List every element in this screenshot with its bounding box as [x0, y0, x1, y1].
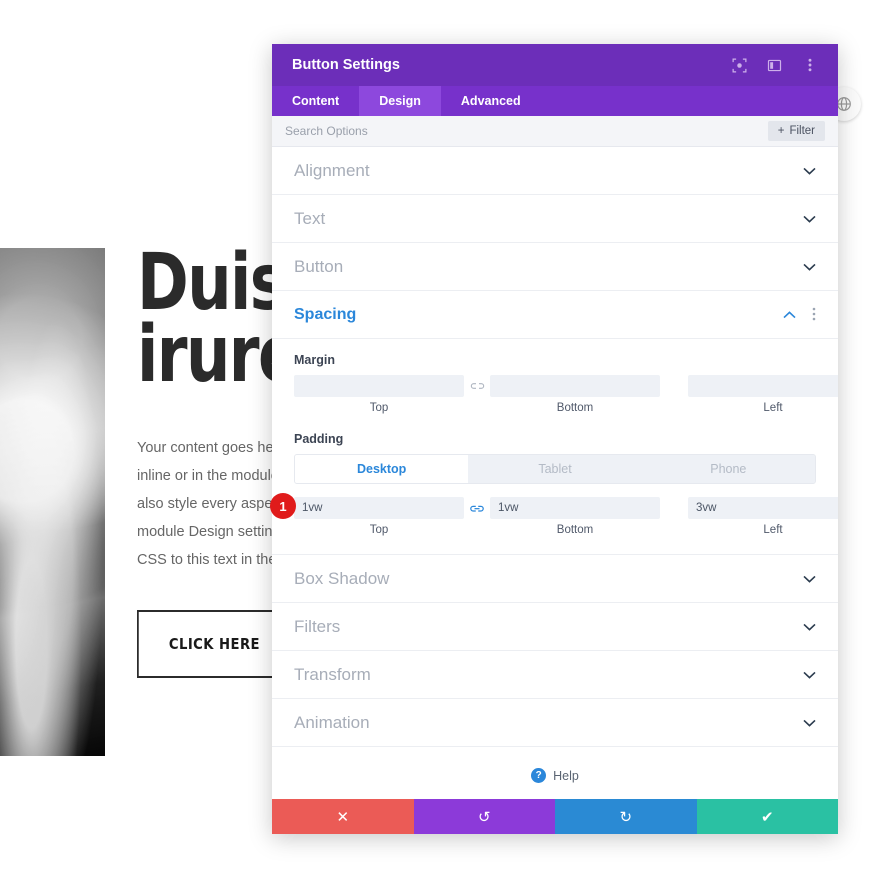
modal-scroll-body[interactable]: Alignment Text Button Spacing Margin Top… [272, 147, 838, 751]
save-button[interactable]: ✔ [696, 799, 838, 834]
search-input[interactable] [285, 124, 768, 138]
chevron-up-icon [783, 309, 796, 321]
button-settings-modal: Button Settings Content Design Advanced … [272, 44, 838, 834]
chevron-down-icon [803, 717, 816, 729]
redo-button[interactable]: ↻ [555, 799, 697, 834]
section-text[interactable]: Text [272, 195, 838, 243]
modal-header: Button Settings [272, 44, 838, 86]
layout-columns-icon[interactable] [766, 57, 783, 74]
padding-device-tabs: Desktop Tablet Phone [294, 454, 816, 484]
vertical-dots-icon[interactable] [801, 57, 818, 74]
chain-broken-icon[interactable] [464, 380, 490, 392]
undo-button[interactable]: ↺ [413, 799, 555, 834]
padding-top-input[interactable] [294, 497, 464, 519]
section-animation[interactable]: Animation [272, 699, 838, 747]
background-hero-image [0, 248, 105, 756]
margin-horizontal-group: Left Right [688, 375, 838, 414]
modal-tab-bar: Content Design Advanced [272, 86, 838, 116]
section-label: Animation [294, 712, 370, 732]
device-tab-desktop[interactable]: Desktop [295, 455, 469, 483]
tab-content[interactable]: Content [272, 86, 359, 116]
device-tab-tablet[interactable]: Tablet [468, 455, 642, 483]
question-mark-icon: ? [531, 768, 547, 783]
chevron-down-icon [803, 213, 816, 225]
annotation-badge-1: 1 [270, 493, 296, 519]
chevron-down-icon [803, 669, 816, 681]
help-label: Help [553, 768, 579, 783]
padding-label: Padding [294, 432, 344, 446]
section-transform[interactable]: Transform [272, 651, 838, 699]
background-click-here-button[interactable]: CLICK HERE [137, 609, 292, 678]
margin-top-input[interactable] [294, 375, 464, 397]
margin-left-label: Left [763, 402, 783, 414]
padding-bottom-label: Bottom [556, 524, 594, 536]
chain-linked-icon[interactable] [464, 502, 490, 515]
section-label: Transform [294, 664, 371, 684]
tab-advanced[interactable]: Advanced [441, 86, 541, 116]
section-label: Button [294, 256, 344, 276]
padding-bottom-input[interactable] [490, 497, 660, 519]
padding-link-spacer [464, 524, 490, 536]
section-spacing[interactable]: Spacing [272, 291, 838, 339]
margin-left-input[interactable] [688, 375, 838, 397]
margin-bottom-input[interactable] [490, 375, 660, 397]
section-label: Alignment [294, 160, 370, 180]
padding-left-label: Left [763, 524, 783, 536]
filter-button-label: Filter [789, 125, 815, 137]
section-button[interactable]: Button [272, 243, 838, 291]
chevron-down-icon [803, 165, 816, 177]
chevron-down-icon [803, 621, 816, 633]
filter-button[interactable]: + Filter [767, 121, 825, 141]
section-filters[interactable]: Filters [272, 603, 838, 651]
margin-top-label: Top [369, 402, 389, 414]
section-options-dots-icon[interactable] [812, 307, 816, 323]
section-label: Box Shadow [294, 568, 390, 588]
plus-icon: + [777, 125, 785, 137]
modal-header-icon-group [731, 57, 818, 74]
modal-footer: ✕ ↺ ↻ ✔ [272, 799, 838, 834]
focus-target-icon[interactable] [731, 57, 748, 74]
margin-bottom-label: Bottom [556, 402, 594, 414]
cancel-button[interactable]: ✕ [272, 799, 414, 834]
margin-link-spacer [464, 402, 490, 414]
margin-field-row: Top Bottom Left [294, 375, 838, 414]
padding-left-input[interactable] [688, 497, 838, 519]
modal-title: Button Settings [292, 57, 400, 73]
margin-vertical-group: Top Bottom [294, 375, 660, 414]
section-alignment[interactable]: Alignment [272, 147, 838, 195]
margin-label: Margin [294, 353, 335, 367]
search-options-bar: + Filter [272, 116, 838, 147]
chevron-down-icon [803, 261, 816, 273]
screen-root: Duisirure Your content goes here. Edit o… [0, 0, 880, 875]
padding-horizontal-group: Left Right [688, 497, 838, 536]
help-row[interactable]: ? Help [272, 751, 838, 799]
device-tab-phone[interactable]: Phone [641, 455, 815, 483]
section-label: Spacing [294, 305, 357, 323]
padding-field-row: Top Bottom [294, 497, 838, 536]
padding-vertical-group: Top Bottom [294, 497, 660, 536]
padding-top-label: Top [369, 524, 389, 536]
tab-design[interactable]: Design [359, 86, 441, 116]
spacing-panel: Margin Top Bottom Left Padding Desktop T… [272, 339, 838, 555]
section-label: Text [294, 208, 326, 228]
section-label: Filters [294, 616, 341, 636]
chevron-down-icon [803, 573, 816, 585]
section-box-shadow[interactable]: Box Shadow [272, 555, 838, 603]
